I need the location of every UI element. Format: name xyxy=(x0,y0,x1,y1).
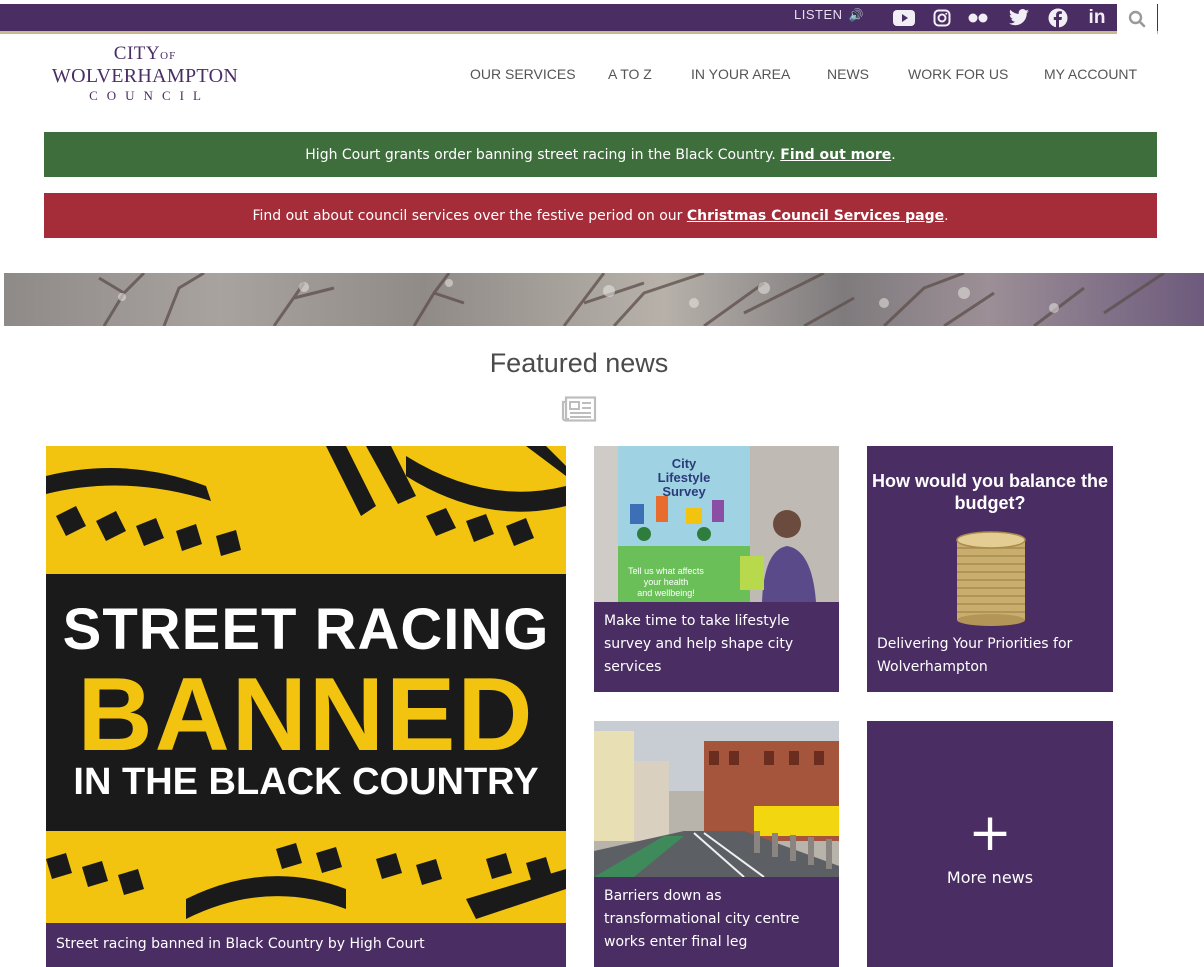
speaker-icon: 🔊 xyxy=(848,8,865,22)
city-centre-street-image xyxy=(594,721,839,877)
plus-icon: + xyxy=(968,803,1012,863)
listen-button[interactable]: LISTEN 🔊 xyxy=(794,7,864,22)
survey-banner-lifestyle: Lifestyle xyxy=(658,470,711,485)
nav-work-for-us[interactable]: WORK FOR US xyxy=(908,66,1008,82)
find-out-more-link[interactable]: Find out more xyxy=(780,147,891,163)
nav-a-to-z[interactable]: A TO Z xyxy=(608,66,652,82)
budget-heading: How would you balance the budget? xyxy=(871,471,1109,513)
logo-line1-small: OF xyxy=(160,50,177,62)
survey-banner-tagline-3: and wellbeing! xyxy=(637,588,695,598)
survey-banner-tagline-2: your health xyxy=(644,577,689,587)
survey-banner-photo: City Lifestyle Survey Tell us what affec… xyxy=(594,446,839,602)
image-headline-black-country: IN THE BLACK COUNTRY xyxy=(73,761,539,803)
news-card-caption: Delivering Your Priorities for Wolverham… xyxy=(877,636,1073,675)
alert-text: Find out about council services over the… xyxy=(252,207,687,224)
linkedin-text: in xyxy=(1088,7,1106,28)
listen-label: LISTEN xyxy=(794,7,843,22)
instagram-icon[interactable] xyxy=(930,4,954,32)
featured-news-title: Featured news xyxy=(489,348,669,378)
logo-line2: WOLVERHAMPTON xyxy=(51,65,239,87)
news-card-caption: Make time to take lifestyle survey and h… xyxy=(604,613,794,675)
coin-stack-icon xyxy=(956,531,1026,626)
council-logo[interactable]: CITYOF WOLVERHAMPTON COUNCIL xyxy=(45,44,245,106)
news-card-street-racing[interactable]: STREET RACING BANNED IN THE BLACK COUNTR… xyxy=(46,446,566,967)
news-card-lifestyle-survey[interactable]: City Lifestyle Survey Tell us what affec… xyxy=(594,446,839,692)
survey-banner-survey: Survey xyxy=(662,484,706,499)
logo-line3: COUNCIL xyxy=(89,88,210,103)
nav-our-services[interactable]: OUR SERVICES xyxy=(470,66,576,82)
lifestyle-survey-image: City Lifestyle Survey Tell us what affec… xyxy=(594,446,839,602)
nav-my-account[interactable]: MY ACCOUNT xyxy=(1044,66,1137,82)
news-card-caption: Street racing banned in Black Country by… xyxy=(56,936,425,952)
twitter-icon[interactable] xyxy=(1006,4,1032,32)
news-card-budget[interactable]: How would you balance the budget? Delive… xyxy=(867,446,1113,692)
survey-banner-tagline-1: Tell us what affects xyxy=(628,566,704,576)
more-news-button[interactable]: + More news xyxy=(867,721,1113,967)
street-photo xyxy=(594,721,839,877)
top-utility-bar: LISTEN 🔊 in xyxy=(0,4,1158,34)
search-icon xyxy=(1128,10,1146,28)
news-card-barriers[interactable]: Barriers down as transformational city c… xyxy=(594,721,839,967)
linkedin-icon[interactable]: in xyxy=(1084,4,1110,32)
flickr-icon[interactable] xyxy=(964,4,992,32)
news-card-caption: Barriers down as transformational city c… xyxy=(604,888,800,950)
alert-banner-christmas: Find out about council services over the… xyxy=(44,193,1157,238)
logo-line1: CITY xyxy=(113,43,161,64)
tyre-track-bottom xyxy=(46,843,566,919)
image-headline-street-racing: STREET RACING xyxy=(62,597,550,662)
youtube-icon[interactable] xyxy=(890,4,918,32)
frosted-branches-image xyxy=(98,273,1165,326)
nav-in-your-area[interactable]: IN YOUR AREA xyxy=(691,66,790,82)
more-news-label: More news xyxy=(946,868,1034,887)
facebook-icon[interactable] xyxy=(1046,4,1070,32)
alert-tail: . xyxy=(891,146,896,163)
alert-text: High Court grants order banning street r… xyxy=(305,146,781,163)
search-button[interactable] xyxy=(1117,4,1157,34)
tyre-track-top xyxy=(46,446,566,556)
alert-banner-street-racing: High Court grants order banning street r… xyxy=(44,132,1157,177)
alert-tail: . xyxy=(944,207,949,224)
street-racing-banned-image: STREET RACING BANNED IN THE BLACK COUNTR… xyxy=(46,446,566,923)
nav-news[interactable]: NEWS xyxy=(827,66,869,82)
hero-image-frost xyxy=(4,273,1204,326)
christmas-services-link[interactable]: Christmas Council Services page xyxy=(687,208,944,224)
survey-banner-city: City xyxy=(672,456,697,471)
newspaper-icon xyxy=(561,396,597,426)
image-headline-banned: BANNED xyxy=(77,657,535,773)
